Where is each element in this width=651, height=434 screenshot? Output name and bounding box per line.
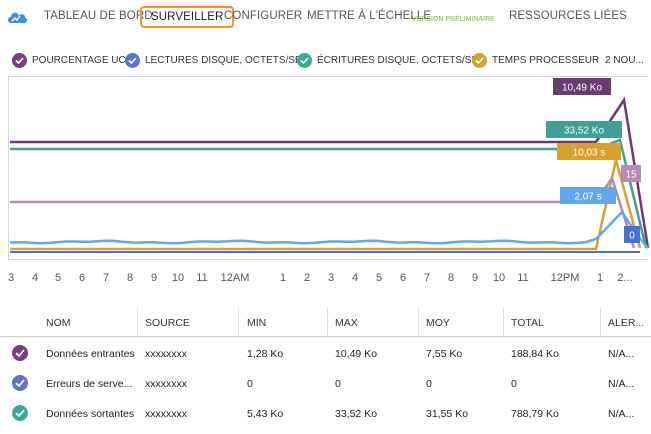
table-row[interactable]: Erreurs de serve... xxxxxxxx 0 0 0 0 N/A… <box>0 370 651 400</box>
column-divider <box>600 308 601 336</box>
cell-avg: 31,55 Ko <box>426 408 469 420</box>
series-line-gold <box>10 159 642 251</box>
value-flag-label: 33,52 Ko <box>564 126 604 137</box>
x-tick-label: 9 <box>151 272 157 284</box>
value-flag-label: 0 <box>629 231 635 242</box>
x-tick-label: 11 <box>517 272 528 284</box>
series-line-lavender <box>10 175 636 249</box>
cell-total: 188,84 Ko <box>511 348 559 360</box>
cell-source: xxxxxxxx <box>145 408 187 420</box>
cell-total: 0 <box>511 378 517 390</box>
x-tick-label: 9 <box>472 272 478 284</box>
x-tick-label: 10 <box>493 272 505 284</box>
cell-max: 33,52 Ko <box>335 408 378 420</box>
col-header-max[interactable]: MAX <box>335 317 358 329</box>
column-divider <box>418 308 419 336</box>
col-header-alert[interactable]: ALER... <box>608 317 644 329</box>
series-line-lightblue <box>9 210 649 249</box>
x-tick-label: 10 <box>172 272 184 284</box>
x-tick-label: 2 <box>304 272 310 284</box>
x-tick-label: 8 <box>127 272 133 284</box>
cell-alert: N/A... <box>608 378 635 390</box>
x-tick-label: 4 <box>32 272 38 284</box>
column-divider <box>327 308 328 336</box>
x-tick-label: 6 <box>400 272 406 284</box>
x-tick-label: 3 <box>328 272 334 284</box>
column-divider <box>238 308 239 336</box>
series-line-teal <box>10 138 648 249</box>
check-icon[interactable] <box>12 405 28 421</box>
cell-source: xxxxxxxx <box>145 378 187 390</box>
x-tick-label: 11 <box>196 272 207 284</box>
col-header-name[interactable]: NOM <box>46 317 71 329</box>
table-row[interactable]: Données entrantes xxxxxxxx 1,28 Ko 10,49… <box>0 340 651 370</box>
x-tick-label: 3 <box>8 272 14 284</box>
x-tick-label: 12AM <box>221 272 250 284</box>
table-header: NOM SOURCE MIN MAX MOY TOTAL ALER... <box>0 308 651 337</box>
cell-total: 788,79 Ko <box>511 408 559 420</box>
cell-max: 10,49 Ko <box>335 348 378 360</box>
cell-name: Données entrantes <box>46 348 135 360</box>
cell-alert: N/A... <box>608 348 635 360</box>
column-divider <box>137 308 138 336</box>
check-icon[interactable] <box>12 375 28 391</box>
x-tick-label: 1 <box>280 272 286 284</box>
value-flag-label: 10,03 s <box>573 148 606 159</box>
cell-source: xxxxxxxx <box>145 348 187 360</box>
cell-avg: 0 <box>426 378 432 390</box>
x-tick-label: 5 <box>376 272 382 284</box>
cell-name: Données sortantes <box>46 408 135 420</box>
cell-avg: 7,55 Ko <box>426 348 463 360</box>
x-tick-label: 7 <box>424 272 430 284</box>
x-tick-label: 12PM <box>551 272 580 284</box>
col-header-min[interactable]: MIN <box>247 317 266 329</box>
col-header-total[interactable]: TOTAL <box>511 317 544 329</box>
x-tick-label: 1 <box>597 272 603 284</box>
cell-name: Erreurs de serve... <box>46 378 133 390</box>
value-flag-label: 10,49 Ko <box>562 83 602 94</box>
cell-min: 5,43 Ko <box>247 408 284 420</box>
x-tick-label: 7 <box>103 272 109 284</box>
check-icon[interactable] <box>12 345 28 361</box>
cell-min: 0 <box>247 378 253 390</box>
cell-max: 0 <box>335 378 341 390</box>
x-tick-label: 4 <box>352 272 358 284</box>
cell-min: 1,28 Ko <box>247 348 284 360</box>
x-tick-label: 6 <box>79 272 85 284</box>
col-header-avg[interactable]: MOY <box>426 317 450 329</box>
x-tick-label: 8 <box>448 272 454 284</box>
table-row[interactable]: Données sortantes xxxxxxxx 5,43 Ko 33,52… <box>0 400 651 430</box>
col-header-source[interactable]: SOURCE <box>145 317 190 329</box>
cell-alert: N/A... <box>608 408 635 420</box>
value-flag-label: 2,07 s <box>574 192 601 203</box>
x-tick-label: 5 <box>55 272 61 284</box>
column-divider <box>503 308 504 336</box>
value-flag-label: 15 <box>625 170 637 181</box>
x-tick-label: 2... <box>617 272 632 284</box>
